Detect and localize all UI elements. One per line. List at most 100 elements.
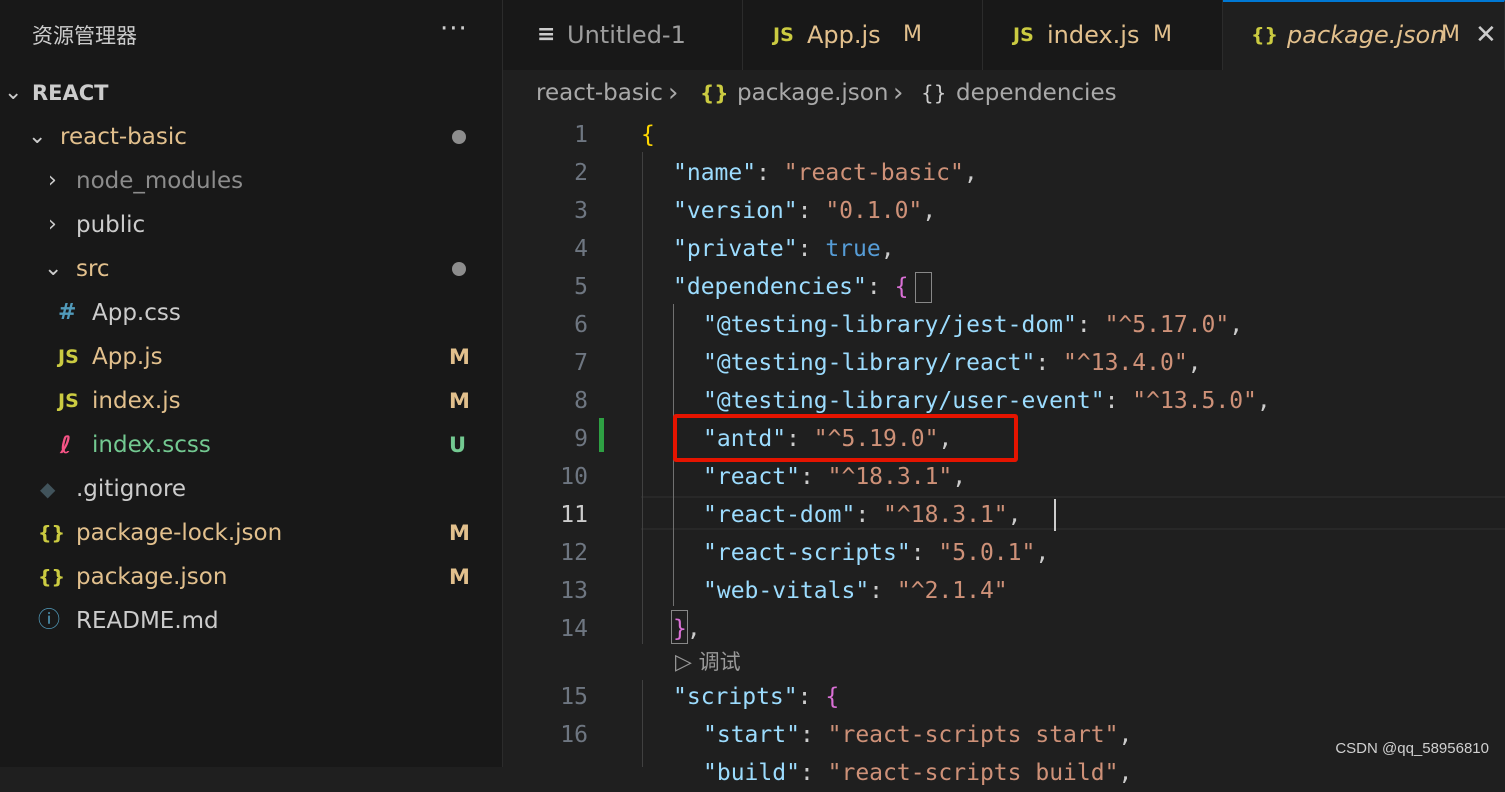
tree-folder-src[interactable]: ⌄ src (0, 247, 502, 291)
tab-package-json[interactable]: {} package.json M ✕ (1223, 0, 1505, 70)
modified-badge: M (449, 345, 470, 369)
tree-file-index-js[interactable]: JS index.js M (0, 379, 502, 423)
line-number: 10 (560, 464, 588, 490)
code-line: "name": "react-basic", (673, 160, 978, 186)
tree-item-label: index.js (92, 388, 181, 414)
tree-folder-public[interactable]: › public (0, 203, 502, 247)
js-file-icon: JS (58, 390, 79, 412)
line-number: 13 (560, 578, 588, 604)
tree-file-readme[interactable]: ⓘ README.md (0, 599, 502, 643)
chevron-right-icon: › (48, 212, 57, 237)
tree-item-label: .gitignore (76, 476, 187, 502)
code-line: "dependencies": { (673, 274, 909, 300)
breadcrumb: react-basic › {} package.json › {} depen… (503, 70, 1505, 116)
breadcrumb-file[interactable]: package.json (737, 70, 888, 116)
line-number: 2 (574, 160, 588, 186)
line-number: 8 (574, 388, 588, 414)
code-editor[interactable]: 1 2 3 4 5 6 7 8 9 10 11 12 13 14 15 16 {… (503, 116, 1505, 786)
line-number: 1 (574, 122, 588, 148)
code-line: "version": "0.1.0", (673, 198, 937, 224)
css-file-icon: # (58, 300, 77, 325)
chevron-down-icon: ⌄ (4, 80, 23, 105)
tree-item-label: node_modules (76, 168, 244, 194)
code-line: "scripts": { (673, 684, 840, 710)
explorer-sidebar: 资源管理器 ··· ⌄ REACT ⌄ react-basic › node_m… (0, 0, 503, 767)
tree-item-label: public (76, 212, 146, 238)
breadcrumb-symbol[interactable]: dependencies (956, 70, 1117, 116)
tree-item-label: index.scss (92, 432, 211, 458)
matching-bracket-box (915, 272, 932, 303)
line-number: 3 (574, 198, 588, 224)
chevron-right-icon: › (668, 78, 679, 108)
code-line: "private": true, (673, 236, 895, 262)
tree-file-package-lock-json[interactable]: {} package-lock.json M (0, 511, 502, 555)
added-line-gutter-mark (599, 418, 604, 452)
git-file-icon: ◆ (40, 477, 56, 501)
line-number: 14 (560, 616, 588, 642)
workspace-root[interactable]: ⌄ REACT (0, 71, 502, 115)
tree-item-label: README.md (76, 608, 219, 634)
annotation-highlight-box (673, 414, 1018, 462)
js-file-icon: JS (773, 24, 794, 46)
info-icon: ⓘ (38, 608, 61, 633)
breadcrumb-folder[interactable]: react-basic (536, 70, 663, 116)
js-file-icon: JS (1013, 24, 1034, 46)
tree-file-app-css[interactable]: # App.css (0, 291, 502, 335)
json-file-icon: {} (38, 566, 66, 588)
more-actions-icon[interactable]: ··· (440, 14, 468, 44)
explorer-title: 资源管理器 (32, 24, 137, 48)
indent-guide (642, 680, 643, 767)
tree-item-label: src (76, 256, 110, 282)
tree-folder-node-modules[interactable]: › node_modules (0, 159, 502, 203)
modified-dot-icon (452, 262, 466, 276)
json-file-icon: {} (38, 522, 66, 544)
code-line: "react-dom": "^18.3.1", (703, 502, 1022, 528)
json-file-icon: {} (1251, 24, 1279, 46)
modified-dot-icon (452, 130, 466, 144)
tab-app-js[interactable]: JS App.js M (743, 0, 983, 70)
workspace-root-label: REACT (32, 81, 109, 105)
explorer-header: 资源管理器 ··· (0, 0, 502, 70)
tree-folder-react-basic[interactable]: ⌄ react-basic (0, 115, 502, 159)
json-file-icon: {} (700, 81, 729, 105)
tab-label: Untitled-1 (567, 21, 686, 49)
debug-codelens[interactable]: ▷ 调试 (675, 646, 741, 678)
line-number: 15 (560, 684, 588, 710)
chevron-right-icon: › (893, 78, 904, 108)
code-line: "react": "^18.3.1", (703, 464, 967, 490)
code-line: "start": "react-scripts start", (703, 722, 1133, 748)
close-icon[interactable]: ✕ (1475, 2, 1497, 68)
tree-file-app-js[interactable]: JS App.js M (0, 335, 502, 379)
chevron-down-icon: ⌄ (44, 256, 63, 281)
code-line: "@testing-library/react": "^13.4.0", (703, 350, 1202, 376)
debug-codelens-label: 调试 (698, 650, 741, 674)
object-icon: {} (921, 81, 947, 105)
line-number: 16 (560, 722, 588, 748)
indent-guide (642, 152, 643, 644)
tree-file-package-json[interactable]: {} package.json M (0, 555, 502, 599)
untracked-badge: U (449, 433, 467, 457)
js-file-icon: JS (58, 346, 79, 368)
modified-badge: M (449, 389, 470, 413)
tab-label: package.json (1287, 21, 1446, 49)
tree-file-gitignore[interactable]: ◆ .gitignore (0, 467, 502, 511)
chevron-right-icon: › (48, 168, 57, 193)
line-number: 9 (574, 426, 588, 452)
tab-index-js[interactable]: JS index.js M (983, 0, 1223, 70)
modified-badge: M (903, 22, 922, 47)
tab-untitled-1[interactable]: ≡ Untitled-1 (503, 0, 743, 70)
tree-file-index-scss[interactable]: ℓ index.scss U (0, 423, 502, 467)
line-number: 12 (560, 540, 588, 566)
chevron-down-icon: ⌄ (28, 124, 47, 149)
modified-badge: M (1441, 22, 1460, 47)
code-line: "react-scripts": "5.0.1", (703, 540, 1050, 566)
modified-badge: M (449, 521, 470, 545)
line-number: 7 (574, 350, 588, 376)
line-number: 6 (574, 312, 588, 338)
tree-item-label: react-basic (60, 124, 187, 150)
code-line: "build": "react-scripts build", (703, 760, 1133, 786)
editor-tab-bar: ≡ Untitled-1 JS App.js M JS index.js M {… (503, 0, 1505, 70)
play-icon: ▷ (675, 650, 692, 675)
text-cursor (1054, 499, 1056, 531)
matching-bracket-box (671, 610, 688, 644)
